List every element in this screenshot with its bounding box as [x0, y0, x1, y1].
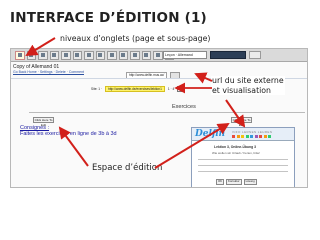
preview-nav: INFO LERNEN LEHREN: [232, 130, 273, 134]
external-site-preview[interactable]: Delfin INFO LERNEN LEHREN Lektion 3, Onl…: [191, 127, 295, 187]
video-tool-button[interactable]: [61, 50, 71, 60]
preview-rule-2: [198, 165, 288, 166]
refresh-checkbox[interactable]: [177, 86, 184, 92]
preview-ok-button[interactable]: OK: [216, 179, 225, 185]
editor-toolbar: Leçon · Allemand: [11, 49, 307, 62]
save-tool-button[interactable]: [130, 50, 140, 60]
slide-title: INTERFACE D’ÉDITION (1): [10, 10, 207, 26]
callout-edit-space: Espace d’édition: [92, 163, 163, 173]
preview-correct-button[interactable]: Korrektur: [226, 179, 242, 185]
preview-solution-button[interactable]: Lösung: [243, 179, 257, 185]
toolbar-right-group: Leçon · Allemand: [163, 51, 261, 59]
dark-action-button[interactable]: [210, 51, 246, 59]
preview-lesson-title: Lektion 3, Online-Übung 3: [214, 145, 257, 149]
new-page-tab-button[interactable]: [15, 50, 25, 60]
right-edit-button[interactable]: Click Here To Edit: [231, 117, 252, 127]
new-subpage-tab-button[interactable]: [26, 50, 36, 60]
heading-divider: [29, 112, 305, 113]
share-tool-button[interactable]: [153, 50, 163, 60]
exercise-heading: Exercices: [172, 104, 196, 110]
consignes-text: Faites les exercices en ligne de 3b à 3d: [20, 131, 117, 137]
preview-rule-1: [198, 159, 288, 160]
callout-external-url: url du site externe et visualisation: [211, 76, 285, 95]
callout-tab-levels: niveaux d’onglets (page et sous-page): [60, 34, 211, 43]
delfin-logo: Delfin: [195, 129, 226, 139]
text-tool-button[interactable]: [38, 50, 48, 60]
small-action-button[interactable]: [249, 51, 261, 59]
page-url-suffix: 1 · 4: [167, 87, 175, 91]
preview-color-dots: [232, 135, 271, 138]
image-tool-button[interactable]: [49, 50, 59, 60]
page-url-prefix: Site: 1 ·: [91, 87, 102, 91]
preview-rule-3: [198, 171, 288, 172]
preview-question: Wie wollen wir Urlaub / Ferien, bitte!: [212, 151, 261, 155]
preview-tool-button[interactable]: [141, 50, 151, 60]
left-edit-button[interactable]: Click Here To Edit: [33, 117, 54, 127]
page-select[interactable]: Leçon · Allemand: [163, 51, 207, 59]
preview-header: Delfin INFO LERNEN LEHREN: [192, 128, 294, 141]
highlighted-url[interactable]: http://www.delfin.de/exercises/lektion1: [104, 86, 165, 92]
document-links[interactable]: Go Back Home · Settings · Delete · Comme…: [13, 70, 84, 74]
exercise-tool-button[interactable]: [95, 50, 105, 60]
link-tool-button[interactable]: [72, 50, 82, 60]
quiz-tool-button[interactable]: [84, 50, 94, 60]
slide-footer: [0, 232, 320, 240]
upload-tool-button[interactable]: [107, 50, 117, 60]
settings-tool-button[interactable]: [118, 50, 128, 60]
page-url-line: Site: 1 · http://www.delfin.de/exercises…: [91, 86, 184, 92]
preview-buttons: OK Korrektur Lösung: [216, 179, 257, 185]
